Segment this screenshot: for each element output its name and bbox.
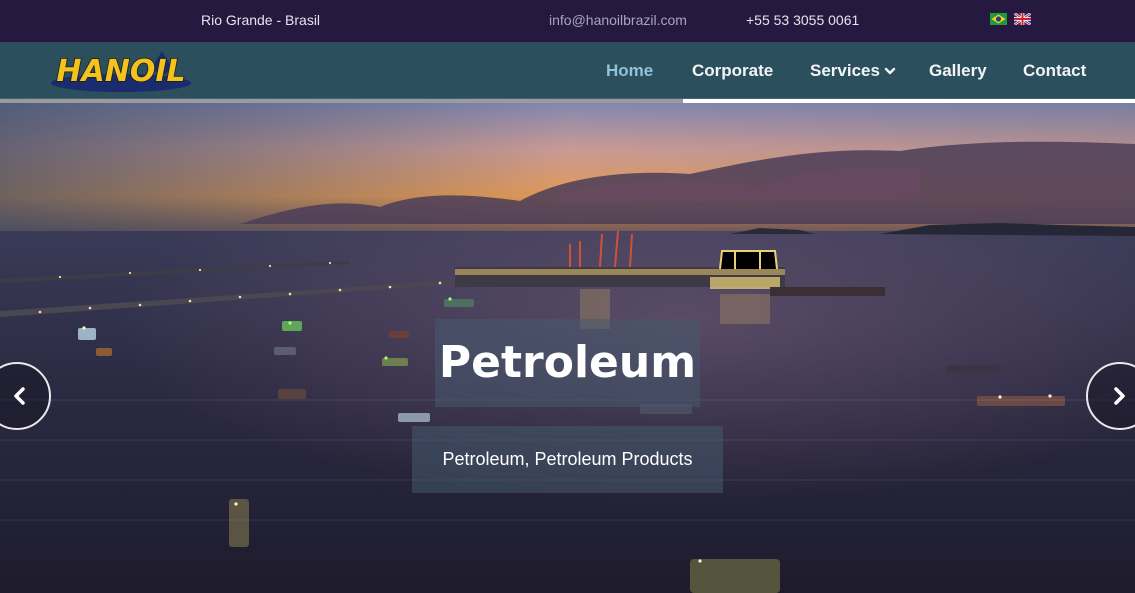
top-info-bar: Rio Grande - Brasil info@hanoilbrazil.co…	[0, 0, 1135, 42]
hanoil-logo[interactable]: HANOIL	[50, 48, 192, 94]
chevron-down-icon	[884, 67, 896, 75]
nav-contact[interactable]: Contact	[1023, 61, 1086, 81]
nav-services[interactable]: Services	[810, 61, 896, 81]
email-link[interactable]: info@hanoilbrazil.com	[549, 12, 687, 28]
nav-home[interactable]: Home	[606, 61, 653, 81]
slide-progress-bar	[0, 99, 683, 103]
uk-flag-icon[interactable]	[1014, 13, 1031, 25]
nav-gallery[interactable]: Gallery	[929, 61, 987, 81]
chevron-right-icon	[1114, 387, 1125, 405]
nav-services-label: Services	[810, 61, 880, 80]
nav-corporate[interactable]: Corporate	[692, 61, 773, 81]
slide-subtitle: Petroleum, Petroleum Products	[412, 426, 723, 493]
hero-slider: Petroleum Petroleum, Petroleum Products	[0, 99, 1135, 593]
chevron-left-icon	[14, 387, 25, 405]
brazil-flag-icon[interactable]	[990, 13, 1007, 25]
main-navbar: HANOIL Home Corporate Services Gallery C…	[0, 42, 1135, 99]
svg-text:HANOIL: HANOIL	[56, 54, 185, 89]
location-text: Rio Grande - Brasil	[201, 12, 321, 28]
phone-text[interactable]: +55 53 3055 0061	[746, 12, 859, 28]
slide-title: Petroleum	[435, 319, 700, 407]
